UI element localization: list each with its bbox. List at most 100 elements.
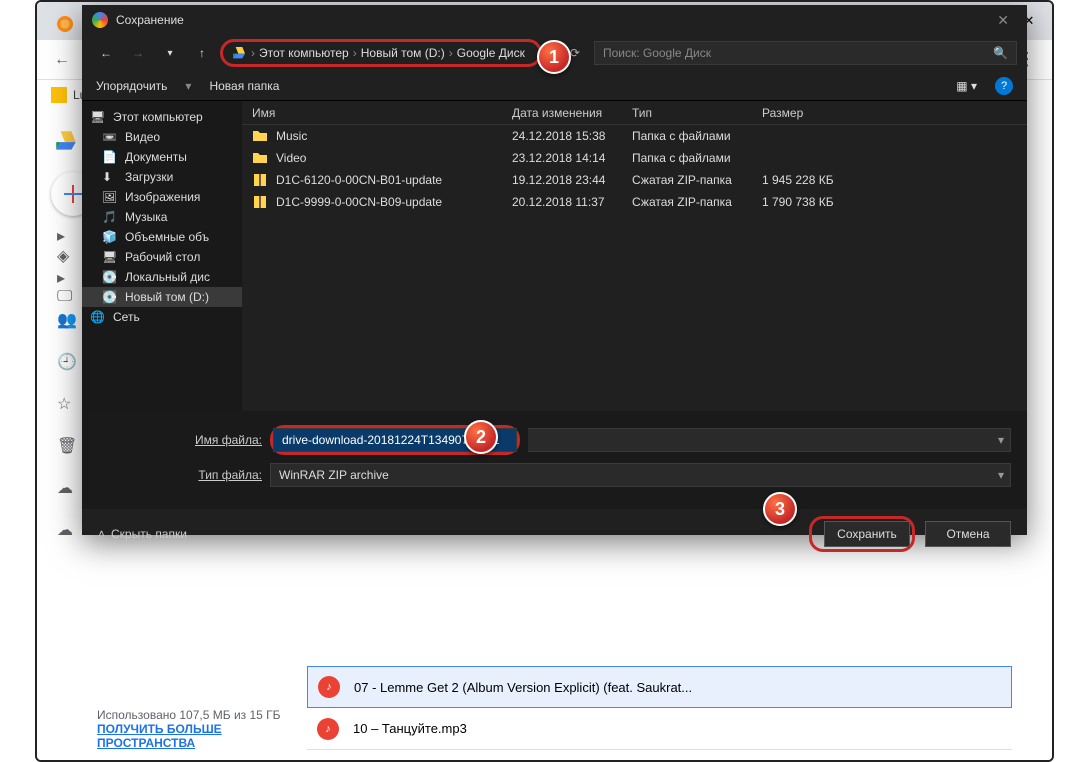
music-icon: 🎵 [102,210,118,224]
row-date: 23.12.2018 14:14 [502,151,622,165]
up-button[interactable]: ↑ [188,39,216,67]
file-name: 07 - Lemme Get 2 (Album Version Explicit… [354,680,692,695]
tree-item[interactable]: 🖥Рабочий стол [82,247,242,267]
folder-icon [252,128,268,144]
breadcrumb[interactable]: › Этот компьютер › Новый том (D:) › Goog… [220,39,542,67]
back-button[interactable]: ← [47,45,77,75]
path-segment[interactable]: Этот компьютер [259,46,349,60]
list-row[interactable]: Music24.12.2018 15:38Папка с файлами [242,125,1027,147]
tree-label: Музыка [125,210,167,224]
tree-item[interactable]: 💽Новый том (D:) [82,287,242,307]
column-headers[interactable]: Имя Дата изменения Тип Размер [242,101,1027,125]
row-date: 19.12.2018 23:44 [502,173,622,187]
list-row[interactable]: D1C-9999-0-00CN-B09-update 20.12.2018 11:… [242,191,1027,213]
list-row[interactable]: Video23.12.2018 14:14Папка с файлами [242,147,1027,169]
tree-item[interactable]: 📼Видео [82,127,242,147]
computers-icon[interactable]: ▸ 🖵 [57,268,77,288]
step-badge-2: 2 [464,420,498,454]
hide-folders-button[interactable]: ˄ Скрыть папки [98,527,187,541]
filename-input-ext[interactable]: ▾ [528,428,1011,452]
dialog-titlebar[interactable]: Сохранение ✕ [82,5,1027,35]
search-input[interactable]: Поиск: Google Диск 🔍 [594,41,1017,65]
tree-item[interactable]: 🖼Изображения [82,187,242,207]
row-type: Сжатая ZIP-папка [622,173,752,187]
filetype-value: WinRAR ZIP archive [279,468,389,482]
col-size[interactable]: Размер [752,106,852,120]
tree-label: Рабочий стол [125,250,200,264]
row-size: 1 790 738 КБ [752,195,852,209]
chevron-right-icon: › [353,46,357,60]
list-row[interactable]: D1C-6120-0-00CN-B01-update 19.12.2018 23:… [242,169,1027,191]
audio-icon: ♪ [318,676,340,698]
step-badge-1: 1 [537,40,571,74]
back-button[interactable]: ← [92,39,120,67]
storage-text: Использовано 107,5 МБ из 15 ГБ [97,708,287,722]
tree-item[interactable]: 🧊Объемные объ [82,227,242,247]
row-name: D1C-9999-0-00CN-B09-update [276,195,442,209]
new-folder-button[interactable]: Новая папка [209,79,279,93]
step-badge-3: 3 [763,492,797,526]
doc-icon: 📄 [102,150,118,164]
drive-icon [231,45,247,61]
tree-item[interactable]: 🎵 Музыка [82,207,242,227]
audio-icon: ♪ [317,718,339,740]
chevron-down-icon[interactable]: ▾ [156,39,184,67]
chevron-down-icon[interactable]: ▾ [998,433,1004,447]
row-date: 20.12.2018 11:37 [502,195,622,209]
forward-button[interactable]: → [124,39,152,67]
col-name[interactable]: Имя [242,106,502,120]
recent-icon[interactable]: 🕘 [57,352,77,372]
path-segment[interactable]: Новый том (D:) [361,46,445,60]
chevron-down-icon[interactable]: ▾ [998,468,1004,482]
tree-label: Новый том (D:) [125,290,209,304]
row-type: Сжатая ZIP-папка [622,195,752,209]
zip-icon [252,172,268,188]
dialog-title: Сохранение [116,13,184,27]
save-button[interactable]: Сохранить [824,521,910,547]
chrome-icon [92,12,108,28]
organize-button[interactable]: Упорядочить [96,79,167,93]
starred-icon[interactable]: ☆ [57,394,77,414]
tree-item[interactable]: 🖥Этот компьютер [82,107,242,127]
shared-icon[interactable]: 👥 [57,310,77,330]
view-mode-button[interactable]: ▦ ▾ [956,79,977,93]
dl-icon: ⬇ [102,170,118,184]
row-name: Music [276,129,307,143]
3d-icon: 🧊 [102,230,118,244]
row-type: Папка с файлами [622,151,752,165]
tree-item[interactable]: ⬇Загрузки [82,167,242,187]
path-segment[interactable]: Google Диск [457,46,525,60]
buy-storage-link[interactable]: ПОЛУЧИТЬ БОЛЬШЕ ПРОСТРАНСТВА [97,722,287,750]
help-icon[interactable]: ? [995,77,1013,95]
backups-icon[interactable]: ☁ [57,478,77,498]
col-date[interactable]: Дата изменения [502,106,622,120]
trash-icon[interactable]: 🗑 [57,436,77,456]
file-name: 10 – Танцуйте.mp3 [353,721,467,736]
file-row[interactable]: ♪ 07 - Lemme Get 2 (Album Version Explic… [307,666,1012,708]
bookmark-icon [51,87,67,103]
chevron-right-icon: › [251,46,255,60]
search-placeholder: Поиск: Google Диск [603,46,711,60]
tree-item[interactable]: 🌐Сеть [82,307,242,327]
favicon-icon [57,16,73,32]
cancel-button[interactable]: Отмена [925,521,1011,547]
tree-item[interactable]: 📄Документы [82,147,242,167]
row-name: D1C-6120-0-00CN-B01-update [276,173,442,187]
tree-label: Локальный дис [125,270,210,284]
refresh-icon[interactable]: ⟳ [570,46,580,60]
tree-item[interactable]: 💽 Локальный дис [82,267,242,287]
disk-icon: 💽 [102,270,118,284]
col-type[interactable]: Тип [622,106,752,120]
storage-icon[interactable]: ☁ [57,520,77,540]
close-icon[interactable]: ✕ [989,12,1017,29]
search-icon: 🔍 [993,46,1008,60]
file-list: Имя Дата изменения Тип Размер Music24.12… [242,101,1027,411]
tree-label: Изображения [125,190,200,204]
video-icon: 📼 [102,130,118,144]
drive-logo-icon [51,128,81,154]
pc-icon: 🖥 [90,110,106,124]
filetype-select[interactable]: WinRAR ZIP archive ▾ [270,463,1011,487]
file-row[interactable]: ♪ 10 – Танцуйте.mp3 [307,708,1012,750]
row-size: 1 945 228 КБ [752,173,852,187]
my-drive-icon[interactable]: ▸ ◈ [57,226,77,246]
